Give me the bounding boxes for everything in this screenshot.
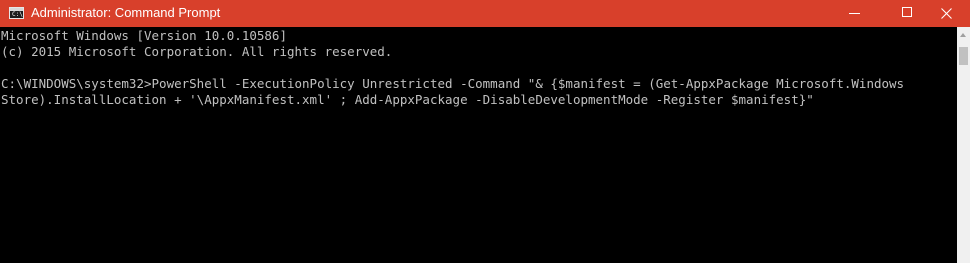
- vertical-scrollbar[interactable]: [957, 27, 970, 263]
- chevron-up-icon: [960, 33, 966, 37]
- close-icon: [941, 8, 952, 19]
- console-line: C:\WINDOWS\system32>PowerShell -Executio…: [1, 76, 905, 91]
- icon-prompt-text: C:\: [12, 11, 23, 18]
- title-bar[interactable]: C:\ Administrator: Command Prompt: [0, 0, 970, 27]
- minimize-button[interactable]: [832, 0, 878, 27]
- scroll-up-button[interactable]: [957, 27, 970, 43]
- window-title: Administrator: Command Prompt: [31, 5, 221, 20]
- close-button[interactable]: [924, 0, 970, 27]
- console-line: Microsoft Windows [Version 10.0.10586]: [1, 28, 287, 43]
- scrollbar-thumb[interactable]: [959, 47, 968, 65]
- command-prompt-window: C:\ Administrator: Command Prompt Micros…: [0, 0, 970, 263]
- console-output[interactable]: Microsoft Windows [Version 10.0.10586] (…: [0, 27, 957, 263]
- console-line: (c) 2015 Microsoft Corporation. All righ…: [1, 44, 393, 59]
- command-prompt-icon[interactable]: C:\: [9, 7, 24, 19]
- console-line: Store).InstallLocation + '\AppxManifest.…: [1, 92, 814, 107]
- minimize-icon: [849, 13, 860, 14]
- maximize-icon: [902, 7, 912, 17]
